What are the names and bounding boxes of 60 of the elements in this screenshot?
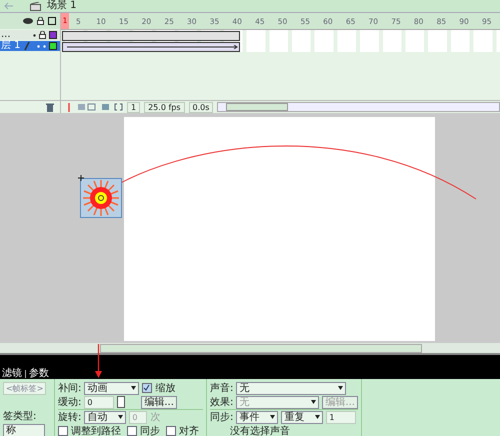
option-checkbox[interactable] [127, 426, 137, 436]
tween-arrow-icon [67, 45, 239, 49]
scale-checkbox[interactable] [142, 383, 152, 393]
current-frame: 1 [127, 102, 140, 112]
caret-icon [338, 386, 344, 390]
sound-dropdown[interactable]: 无 [236, 382, 346, 394]
dot-icon[interactable] [43, 44, 46, 48]
caret-icon [311, 400, 316, 404]
layer-row[interactable]: ... [0, 30, 60, 40]
panel-tab[interactable]: 参数 [29, 369, 49, 379]
elapsed-time: 0.0s [188, 102, 214, 112]
ease-field[interactable]: 0 [84, 396, 114, 408]
dot-icon[interactable] [37, 44, 40, 48]
eye-icon[interactable] [23, 18, 33, 24]
option-label: 调整到路径 [71, 426, 121, 436]
effect-label: 效果: [210, 396, 234, 408]
lock-icon[interactable] [37, 17, 44, 25]
timeline-scrollbar[interactable] [217, 102, 500, 112]
panel-tab[interactable]: 滤镜 [2, 369, 22, 379]
sync-label: 同步: [210, 412, 234, 422]
tween-label: 补间: [58, 382, 82, 394]
rotate-label: 旋转: [58, 412, 82, 422]
outline-icon[interactable] [48, 17, 56, 25]
lock-icon[interactable] [39, 31, 46, 39]
option-label: 同步 [140, 426, 160, 436]
dot-icon[interactable] [33, 34, 36, 36]
caret-icon [270, 415, 276, 419]
scale-label: 缩放 [155, 382, 176, 394]
no-sound-text: 没有选择声音 [229, 426, 290, 436]
label-type-label: 签类型: [3, 410, 36, 422]
frame-rate: 25.0 fps [144, 102, 185, 112]
option-checkbox[interactable] [58, 426, 68, 436]
trash-icon[interactable] [46, 102, 54, 112]
sync-dropdown[interactable]: 事件 [236, 410, 278, 424]
registration-point-icon [78, 175, 84, 181]
caret-icon [118, 415, 124, 419]
tween-dropdown[interactable]: 动画 [84, 382, 140, 394]
pencil-icon [24, 42, 30, 50]
annotation-arrow [95, 344, 102, 378]
option-label: 对齐 [179, 426, 199, 436]
ease-label: 缓动: [58, 396, 82, 408]
edit-frames-icon[interactable] [101, 103, 110, 111]
scene-tab[interactable]: 场景 1 [47, 1, 77, 11]
bracket-icon[interactable] [114, 103, 123, 111]
edit-button[interactable]: 编辑... [141, 396, 177, 408]
times-label: 次 [150, 412, 160, 422]
onion-skin-icon[interactable] [77, 103, 97, 111]
option-checkbox[interactable] [166, 426, 176, 436]
rotate-dropdown[interactable]: 自动 [84, 410, 126, 424]
caret-icon [315, 415, 320, 419]
stage-scrollbar[interactable] [100, 344, 422, 352]
sound-label: 声音: [210, 382, 234, 394]
ease-spinner[interactable] [117, 396, 126, 408]
scene-icon [30, 2, 41, 10]
caret-icon [131, 386, 136, 390]
sun-symbol-drawing[interactable] [80, 178, 122, 218]
repeat-count-field[interactable]: 1 [326, 410, 356, 424]
layer-row[interactable]: 层 1 [0, 41, 60, 51]
repeat-dropdown[interactable]: 重复 [281, 410, 324, 424]
label-type-dropdown[interactable]: 称 [3, 424, 45, 436]
